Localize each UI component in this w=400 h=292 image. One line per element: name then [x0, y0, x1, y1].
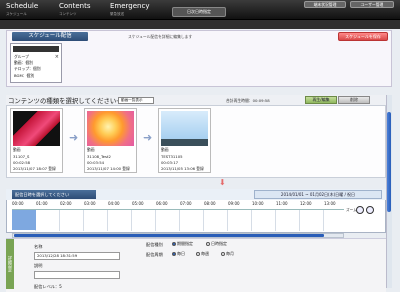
- card-bgm: BGM：個別: [14, 73, 35, 78]
- content-name: 31107_S: [13, 154, 30, 159]
- radio-icon: [172, 242, 176, 246]
- radio-icon: [206, 242, 210, 246]
- timeline-hours: 00:00 01:00 02:00 03:00 04:00 05:00 06:0…: [12, 201, 344, 208]
- timeline-title: 配信日時を選択してください: [12, 190, 96, 199]
- content-duration: 00:02:58: [13, 160, 31, 165]
- radio-icon: [172, 252, 176, 256]
- name-field[interactable]: 2013/12/28 18:31:59: [34, 252, 120, 260]
- option-label: 日時指定: [211, 241, 227, 246]
- content-name: TEST31105: [161, 154, 183, 159]
- schedule-hint: スケジュール配信を詳細に編集します: [128, 34, 193, 39]
- card-telop: テロップ：個別: [14, 66, 41, 71]
- option-label: 毎日: [177, 251, 185, 256]
- timeline-scrollbar-thumb[interactable]: [14, 234, 324, 237]
- nav-tab-label: Emergency: [110, 2, 150, 10]
- timeline-date-range[interactable]: 2014/01/01 ~ 01月02日(木)日曜 / 祝日: [254, 190, 382, 199]
- hour-label: 04:00: [108, 201, 120, 206]
- user-management-button[interactable]: ユーザー管理: [350, 1, 394, 8]
- card-video: 動画：個別: [14, 60, 33, 65]
- period-option-daily[interactable]: 毎日: [172, 251, 185, 257]
- hour-label: 06:00: [156, 201, 168, 206]
- nav-tab-label: Contents: [59, 2, 91, 10]
- nav-tab-schedule[interactable]: Schedule スケジュール: [6, 2, 39, 17]
- content-type-select[interactable]: 動画一覧表示: [118, 97, 154, 104]
- detail-tab[interactable]: 詳細設定: [6, 239, 14, 289]
- description-label: 説明: [34, 263, 43, 268]
- nav-tab-label: Schedule: [6, 2, 39, 10]
- nav-tab-sub: コンテンツ: [59, 12, 77, 16]
- hour-label: 13:00: [324, 201, 336, 206]
- hour-label: 11:00: [276, 201, 288, 206]
- content-date: 2013/11/05 13:06 登録: [161, 166, 204, 171]
- schedule-card[interactable]: × グループ 動画：個別 テロップ：個別 BGM：個別: [10, 43, 62, 83]
- sub-toolbar: [0, 20, 400, 29]
- arrow-right-icon: ➜: [143, 131, 153, 144]
- period-option-weekly[interactable]: 毎週: [196, 251, 209, 257]
- content-name: 31108_Test2: [87, 154, 111, 159]
- kind-option-period[interactable]: 期間指定: [172, 241, 193, 247]
- hour-label: 09:00: [228, 201, 240, 206]
- card-header-bar: [13, 46, 59, 52]
- tab-play-edit[interactable]: 再生/編集: [305, 96, 337, 104]
- radio-icon: [221, 252, 225, 256]
- hour-label: 12:00: [300, 201, 312, 206]
- content-thumbnail: [13, 111, 60, 146]
- period-option-monthly[interactable]: 毎月: [221, 251, 234, 257]
- content-item[interactable]: 動画 31107_S 00:02:58 2013/11/07 18:07 登録: [10, 108, 63, 173]
- nav-tab-contents[interactable]: Contents コンテンツ: [59, 2, 91, 17]
- close-icon[interactable]: ×: [55, 54, 59, 60]
- hour-label: 07:00: [180, 201, 192, 206]
- nav-tab-sub: 緊急放送: [110, 12, 124, 16]
- nav-tab-emergency[interactable]: Emergency 緊急放送: [110, 2, 150, 17]
- terminal-status-button[interactable]: 端末状況管理: [304, 1, 346, 8]
- hour-label: 03:00: [84, 201, 96, 206]
- datetime-button[interactable]: 日次日時指定: [172, 7, 226, 17]
- hour-label: 00:00: [12, 201, 24, 206]
- hour-label: 08:00: [204, 201, 216, 206]
- tab-delete[interactable]: 削除: [338, 96, 370, 104]
- detail-panel: [6, 238, 386, 292]
- delivery-level: 配信レベル：5: [34, 284, 62, 289]
- content-thumbnail: [161, 111, 208, 146]
- nav-tab-sub: スケジュール: [6, 12, 27, 16]
- content-type: 動画: [13, 147, 21, 152]
- hour-label: 05:00: [132, 201, 144, 206]
- down-arrow-icon: ⬇: [219, 178, 226, 187]
- delivery-kind-label: 配信種別: [146, 242, 163, 247]
- timeline-grid[interactable]: [12, 209, 344, 231]
- schedule-heading: スケジュール配信: [12, 32, 88, 41]
- page-scrollbar-thumb[interactable]: [387, 112, 391, 212]
- content-thumbnail: [87, 111, 134, 146]
- option-label: 期間指定: [177, 241, 193, 246]
- total-play-time: 合計再生時間：00:09:58: [226, 98, 270, 103]
- content-date: 2013/11/07 18:07 登録: [13, 166, 56, 171]
- content-date: 2013/11/07 14:00 登録: [87, 166, 130, 171]
- content-item[interactable]: 動画 TEST31105 00:03:17 2013/11/05 13:06 登…: [158, 108, 211, 173]
- zoom-out-icon[interactable]: [366, 206, 374, 214]
- save-schedule-button[interactable]: スケジュールを保存: [338, 32, 388, 41]
- hour-label: 01:00: [36, 201, 48, 206]
- contents-label: コンテンツの種類を選択してください→: [8, 97, 122, 105]
- content-type: 動画: [161, 147, 169, 152]
- timeline-block[interactable]: [12, 210, 36, 230]
- content-item[interactable]: 動画 31108_Test2 00:03:54 2013/11/07 14:00…: [84, 108, 137, 173]
- content-type: 動画: [87, 147, 95, 152]
- delivery-period-label: 配信周期: [146, 252, 163, 257]
- content-duration: 00:03:17: [161, 160, 179, 165]
- name-label: 名称: [34, 244, 43, 249]
- app-window: Schedule スケジュール Contents コンテンツ Emergency 緊急…: [0, 0, 400, 292]
- option-label: 毎月: [226, 251, 234, 256]
- kind-option-datetime[interactable]: 日時指定: [206, 241, 227, 247]
- zoom-in-icon[interactable]: [356, 206, 364, 214]
- card-group: グループ: [14, 54, 29, 59]
- arrow-right-icon: ➜: [69, 131, 79, 144]
- radio-icon: [196, 252, 200, 256]
- hour-label: 02:00: [60, 201, 72, 206]
- description-field[interactable]: [34, 271, 120, 279]
- hour-label: 10:00: [252, 201, 264, 206]
- option-label: 毎週: [201, 251, 209, 256]
- content-duration: 00:03:54: [87, 160, 105, 165]
